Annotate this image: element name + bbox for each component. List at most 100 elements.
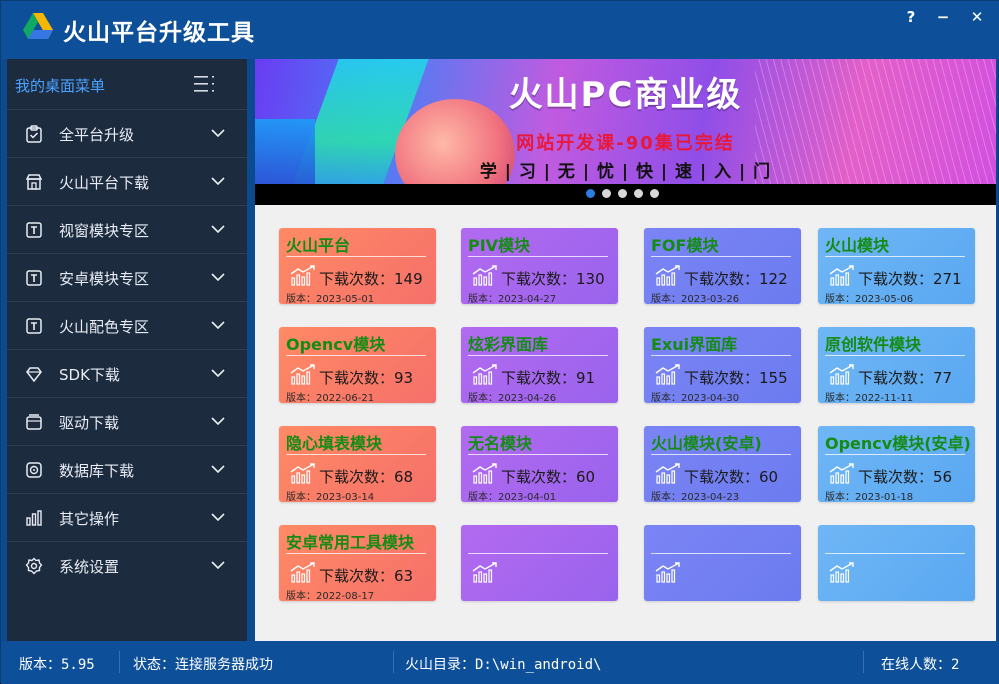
module-version: 版本：2023-03-14 [286, 492, 375, 503]
sidebar-item-driver-download[interactable]: 驱动下载 [7, 398, 247, 446]
module-card-divider [468, 355, 608, 356]
module-download-count: 下载次数：60 [684, 468, 779, 486]
carousel-dot-active[interactable] [586, 189, 595, 198]
chevron-down-icon [211, 561, 225, 570]
module-card[interactable]: 火山模块下载次数：271 版本：2023-05-06 [818, 228, 975, 305]
sidebar-item-color-schemes[interactable]: 火山配色专区 [7, 302, 247, 350]
module-card-divider [286, 553, 426, 554]
carousel-dot[interactable] [618, 189, 627, 198]
app-window: 火山平台升级工具 ? − ✕ 我的桌面菜单 全平台升级 火山平台下载 视窗模块专… [0, 0, 999, 684]
module-card-divider [468, 454, 608, 455]
sidebar-item-windows-modules[interactable]: 视窗模块专区 [7, 206, 247, 254]
sidebar-header: 我的桌面菜单 [7, 59, 247, 110]
sidebar-item-label: 火山平台下载 [59, 174, 150, 192]
module-card[interactable]: 无名模块 下载次数：60 版本：2023-04-01 [461, 426, 618, 503]
module-card[interactable] [818, 525, 975, 601]
carousel-dot[interactable] [650, 189, 659, 198]
online-count-status: 在线人数：2 [881, 657, 960, 673]
help-button[interactable]: ? [901, 7, 921, 27]
status-bar: 版本：5.95 状态：连接服务器成功 火山目录：D:\win_android\ … [1, 641, 999, 684]
text-box-icon [26, 270, 42, 286]
download-stats-icon [829, 264, 857, 286]
sidebar-item-label: 驱动下载 [59, 414, 120, 432]
module-card-title: Opencv模块 [286, 335, 386, 354]
module-version: 版本：2023-05-06 [825, 294, 914, 305]
module-card[interactable]: 隐心填表模块 下载次数：68 版本：2023-03-14 [279, 426, 436, 503]
module-card-title: PIV模块 [468, 236, 531, 255]
sidebar-item-full-upgrade[interactable]: 全平台升级 [7, 110, 247, 158]
carousel-dot[interactable] [634, 189, 643, 198]
module-card[interactable]: FOF模块 下载次数：122 版本：2023-03-26 [644, 228, 801, 305]
google-drive-logo-icon [23, 13, 53, 39]
download-stats-icon [655, 264, 683, 286]
download-stats-icon [829, 363, 857, 385]
promo-banner[interactable]: 火山PC商业级 网站开发课-90集已完结 学 | 习 | 无 | 忧 | 快 |… [255, 59, 996, 205]
module-card-title: 原创软件模块 [825, 335, 922, 354]
module-card[interactable]: 火山模块(安卓) 下载次数：60 版本：2023-04-23 [644, 426, 801, 503]
module-download-count: 下载次数：56 [858, 468, 953, 486]
app-title: 火山平台升级工具 [63, 20, 255, 46]
title-bar[interactable]: 火山平台升级工具 ? − ✕ [1, 1, 999, 59]
module-card[interactable]: Opencv模块 下载次数：93 版本：2022-06-21 [279, 327, 436, 404]
minimize-button[interactable]: − [933, 7, 953, 27]
chevron-down-icon [211, 225, 225, 234]
module-card[interactable]: 原创软件模块 下载次数：77 版本：2022-11-11 [818, 327, 975, 404]
package-icon [26, 414, 42, 430]
module-card[interactable]: Opencv模块(安卓) 下载次数：56 版本：2023-01-18 [818, 426, 975, 503]
store-icon [25, 174, 43, 190]
module-card-title: 炫彩界面库 [468, 335, 549, 354]
sidebar-item-sdk-download[interactable]: SDK下载 [7, 350, 247, 398]
module-download-count: 下载次数：149 [319, 270, 423, 288]
chevron-down-icon [211, 273, 225, 282]
sidebar-title: 我的桌面菜单 [15, 77, 106, 95]
module-card-divider [286, 256, 426, 257]
close-button[interactable]: ✕ [967, 7, 987, 27]
text-box-icon [26, 222, 42, 238]
module-download-count: 下载次数：122 [684, 270, 788, 288]
sidebar-item-label: 系统设置 [59, 558, 120, 576]
connection-status: 状态：连接服务器成功 [133, 657, 273, 673]
module-card[interactable] [461, 525, 618, 601]
download-stats-icon [655, 561, 683, 583]
banner-subtitle: 网站开发课-90集已完结 [516, 133, 735, 154]
module-card[interactable]: 炫彩界面库 下载次数：91 版本：2023-04-26 [461, 327, 618, 404]
module-card-divider [825, 355, 965, 356]
module-version: 版本：2023-04-01 [468, 492, 557, 503]
text-box-icon [26, 318, 42, 334]
sidebar-item-android-modules[interactable]: 安卓模块专区 [7, 254, 247, 302]
sidebar-item-system-settings[interactable]: 系统设置 [7, 542, 247, 590]
module-download-count: 下载次数：91 [501, 369, 596, 387]
module-card-divider [825, 454, 965, 455]
status-divider [393, 651, 394, 673]
carousel-dot[interactable] [602, 189, 611, 198]
download-stats-icon [472, 264, 500, 286]
directory-status: 火山目录：D:\win_android\ [405, 657, 602, 673]
sidebar-item-database-download[interactable]: 数据库下载 [7, 446, 247, 494]
sidebar-item-platform-download[interactable]: 火山平台下载 [7, 158, 247, 206]
diamond-icon [26, 367, 42, 383]
sidebar: 我的桌面菜单 全平台升级 火山平台下载 视窗模块专区 安卓模块专区 火山配色专区… [7, 59, 247, 641]
module-download-count: 下载次数：271 [858, 270, 962, 288]
menu-toggle-icon[interactable] [193, 73, 217, 95]
module-version: 版本：2022-08-17 [286, 591, 375, 602]
module-version: 版本：2023-01-18 [825, 492, 914, 503]
sidebar-item-other-operations[interactable]: 其它操作 [7, 494, 247, 542]
chevron-down-icon [211, 369, 225, 378]
chevron-down-icon [211, 321, 225, 330]
module-card[interactable]: Exui界面库 下载次数：155 版本：2023-04-30 [644, 327, 801, 404]
module-card[interactable]: 火山平台 下载次数：149 版本：2023-05-01 [279, 228, 436, 305]
module-card-divider [825, 553, 965, 554]
module-card[interactable]: 安卓常用工具模块 下载次数：63 版本：2022-08-17 [279, 525, 436, 602]
module-card[interactable]: PIV模块 下载次数：130 版本：2023-04-27 [461, 228, 618, 305]
download-stats-icon [829, 462, 857, 484]
download-stats-icon [829, 561, 857, 583]
banner-title: 火山PC商业级 [508, 75, 743, 115]
banner-tagline: 学 | 习 | 无 | 忧 | 快 | 速 | 入 | 门 [479, 162, 772, 182]
download-stats-icon [290, 264, 318, 286]
module-version: 版本：2022-06-21 [286, 393, 375, 404]
module-download-count: 下载次数：63 [319, 567, 414, 585]
gear-icon [25, 557, 43, 575]
module-card[interactable] [644, 525, 801, 601]
module-card-divider [468, 256, 608, 257]
module-card-title: 火山模块 [825, 236, 890, 255]
